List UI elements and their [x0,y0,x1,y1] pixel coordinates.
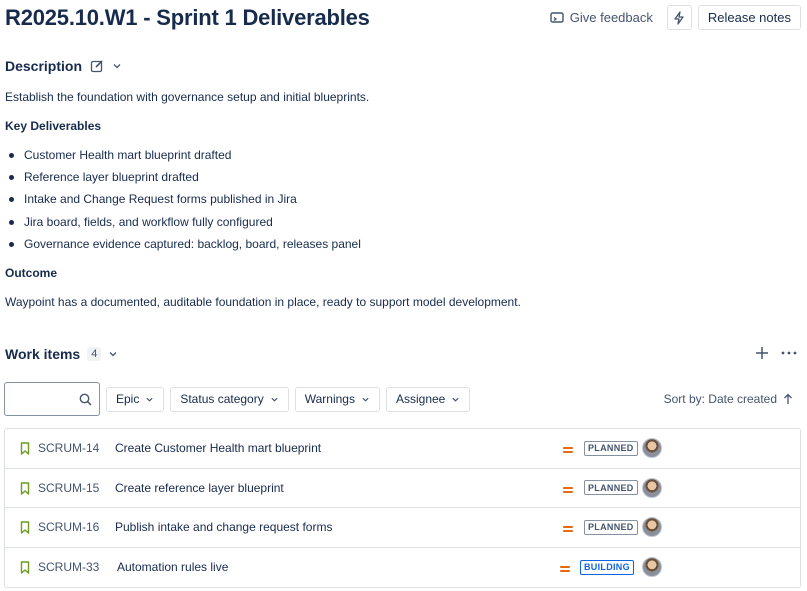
arrow-up-icon [784,393,792,404]
deliverables-heading: Key Deliverables [5,119,102,133]
bookmark-icon [20,521,30,534]
bookmark-icon [20,442,30,455]
description-heading: Description [5,58,83,74]
avatar[interactable] [642,477,662,498]
work-item-key[interactable]: SCRUM-14 [38,441,99,455]
filter-label: Epic [116,392,140,406]
chevron-down-icon[interactable] [112,61,122,71]
give-feedback-label: Give feedback [569,10,653,25]
filter-label: Assignee [395,392,446,406]
work-items-actions [755,346,797,360]
search-icon [79,393,92,406]
description-intro: Establish the foundation with governance… [5,90,370,104]
sort-label: Sort by: Date created [663,392,777,406]
page-title: R2025.10.W1 - Sprint 1 Deliverables [5,5,370,30]
filter-bar: Epic Status category Warnings Assignee [4,382,471,416]
work-item-summary[interactable]: Publish intake and change request forms [115,520,332,534]
list-item: Reference layer blueprint drafted [5,169,785,185]
avatar[interactable] [642,438,662,459]
work-items-count: 4 [87,347,102,361]
give-feedback-button[interactable]: Give feedback [542,5,661,30]
filter-status-category[interactable]: Status category [170,386,289,412]
chevron-down-icon [452,397,459,402]
work-items-heading: Work items [5,346,81,362]
release-notes-button[interactable]: Release notes [697,5,801,30]
lightning-icon [674,10,685,25]
filter-assignee[interactable]: Assignee [385,386,471,412]
filter-label: Warnings [304,392,355,406]
chevron-down-icon[interactable] [108,349,118,359]
plus-icon[interactable] [755,346,769,360]
status-badge[interactable]: PLANNED [584,440,638,456]
search-input[interactable] [4,382,100,416]
description-header: Description [5,58,122,74]
chevron-down-icon [362,397,369,402]
list-item: Governance evidence captured: backlog, b… [5,236,785,252]
work-item-key[interactable]: SCRUM-16 [38,520,99,534]
work-item-summary[interactable]: Automation rules live [117,560,228,574]
work-item-summary[interactable]: Create Customer Health mart blueprint [115,441,321,455]
priority-medium-icon [563,447,573,455]
sort-button[interactable]: Sort by: Date created [664,392,793,406]
avatar[interactable] [642,517,662,538]
table-row[interactable]: SCRUM-16 Publish intake and change reque… [5,508,800,548]
table-row[interactable]: SCRUM-15 Create reference layer blueprin… [5,469,800,508]
filter-label: Status category [180,392,264,406]
outcome-heading: Outcome [5,265,58,280]
status-badge[interactable]: PLANNED [584,480,638,496]
status-badge[interactable]: PLANNED [584,519,638,535]
priority-medium-icon [560,565,570,574]
outcome-text: Waypoint has a documented, auditable fou… [5,294,521,309]
filter-epic[interactable]: Epic [106,386,165,412]
work-items-header: Work items 4 [5,346,118,362]
automation-button[interactable] [666,5,692,30]
edit-icon[interactable] [90,59,104,73]
description-body: Establish the foundation with governance… [5,89,785,310]
deliverables-list: Customer Health mart blueprint drafted R… [5,147,785,252]
list-item: Jira board, fields, and workflow fully c… [5,214,785,230]
feedback-icon [550,11,564,23]
bookmark-icon [20,481,30,495]
chevron-down-icon [271,397,278,402]
avatar[interactable] [642,557,662,578]
chevron-down-icon [146,397,153,402]
work-item-summary[interactable]: Create reference layer blueprint [115,481,284,495]
bookmark-icon [20,560,30,574]
table-row[interactable]: SCRUM-33 Automation rules live BUILDING [5,548,800,588]
work-items-table: SCRUM-14 Create Customer Health mart blu… [4,428,801,588]
list-item: Intake and Change Request forms publishe… [5,191,785,207]
list-item: Customer Health mart blueprint drafted [5,147,785,163]
work-item-key[interactable]: SCRUM-33 [38,560,99,574]
status-badge[interactable]: BUILDING [580,559,634,575]
work-item-key[interactable]: SCRUM-15 [38,481,99,495]
priority-medium-icon [563,526,573,534]
header-actions: Give feedback Release notes [542,5,801,30]
more-icon[interactable] [781,346,797,360]
filter-warnings[interactable]: Warnings [294,386,380,412]
priority-medium-icon [563,486,573,495]
table-row[interactable]: SCRUM-14 Create Customer Health mart blu… [5,429,800,469]
